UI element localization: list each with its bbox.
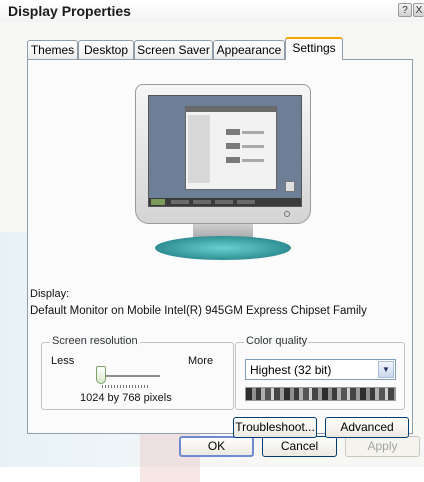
close-button[interactable]: X [413, 3, 424, 17]
monitor-base [155, 236, 291, 260]
settings-panel: Display: Default Monitor on Mobile Intel… [27, 59, 413, 438]
troubleshoot-button[interactable]: Troubleshoot... [233, 417, 317, 438]
less-label: Less [51, 355, 75, 367]
tab-settings[interactable]: Settings [285, 37, 343, 60]
window-title: Display Properties [8, 3, 131, 19]
tab-desktop[interactable]: Desktop [78, 40, 134, 59]
preview-taskbar [149, 198, 301, 206]
color-quality-value: Highest (32 bit) [250, 363, 332, 377]
monitor-bezel [135, 84, 311, 224]
color-quality-legend: Color quality [244, 335, 310, 347]
screen-resolution-group: Screen resolution Less More 1024 by 768 … [41, 335, 234, 410]
monitor-screen [148, 95, 302, 207]
ok-button[interactable]: OK [179, 436, 254, 457]
chevron-down-icon[interactable]: ▼ [378, 361, 394, 378]
tab-themes[interactable]: Themes [27, 40, 78, 59]
resolution-slider-thumb[interactable] [96, 366, 106, 384]
color-quality-select[interactable]: Highest (32 bit) ▼ [245, 359, 396, 380]
monitor-preview[interactable] [135, 84, 311, 266]
dialog-body: Themes Desktop Screen Saver Appearance S… [0, 22, 424, 482]
preview-window [185, 106, 277, 190]
resolution-value: 1024 by 768 pixels [80, 392, 172, 404]
screen-resolution-legend: Screen resolution [50, 335, 140, 347]
slider-ticks [102, 385, 150, 388]
power-led-icon [284, 211, 290, 217]
title-bar: Display Properties ? X [0, 0, 424, 22]
display-device: Default Monitor on Mobile Intel(R) 945GM… [30, 305, 367, 317]
advanced-button[interactable]: Advanced [325, 417, 409, 438]
color-quality-group: Color quality Highest (32 bit) ▼ [235, 335, 405, 410]
recycle-bin-icon [285, 181, 295, 192]
cancel-button[interactable]: Cancel [262, 436, 337, 457]
more-label: More [188, 355, 214, 367]
apply-button[interactable]: Apply [345, 436, 420, 457]
close-icon: X [415, 5, 423, 16]
resolution-slider-track[interactable] [98, 375, 160, 378]
display-label: Display: [30, 288, 70, 300]
tab-appearance[interactable]: Appearance [213, 40, 285, 59]
help-button[interactable]: ? [398, 3, 412, 17]
tab-screen-saver[interactable]: Screen Saver [134, 40, 213, 59]
color-sample-bar [245, 387, 396, 401]
